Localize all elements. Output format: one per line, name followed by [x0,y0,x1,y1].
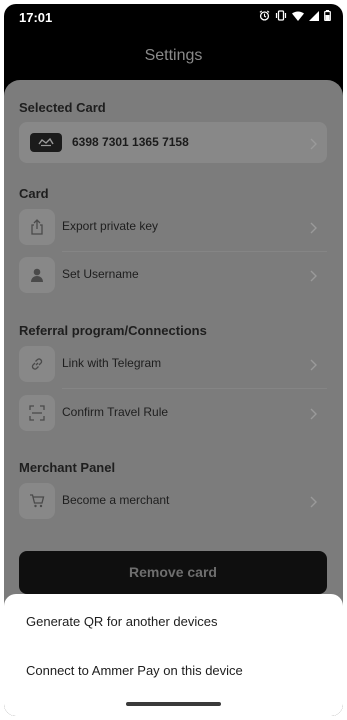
selected-card-row[interactable]: 6398 7301 1365 7158 [19,122,327,163]
chevron-right-icon [310,358,317,376]
phone-screen: 17:01 Settings Selected Card 6398 7301 1… [4,4,343,716]
bottom-sheet: Generate QR for another devices Connect … [4,594,343,716]
section-title-selected-card: Selected Card [19,100,106,115]
signal-icon [309,10,319,21]
export-private-key-row[interactable]: Export private key [19,207,327,247]
user-icon [19,257,55,293]
status-time: 17:01 [19,10,53,25]
confirm-travel-rule-label: Confirm Travel Rule [62,405,169,419]
home-indicator[interactable] [126,702,221,706]
page-title: Settings [144,47,203,64]
section-title-merchant: Merchant Panel [19,460,116,475]
alarm-icon [259,10,270,21]
card-icon [30,133,62,152]
link-icon [19,346,55,382]
chevron-right-icon [310,407,317,425]
connect-ammer-pay-option[interactable]: Connect to Ammer Pay on this device [26,663,243,678]
status-bar: 17:01 [4,4,343,32]
set-username-row[interactable]: Set Username [19,255,327,295]
export-private-key-label: Export private key [62,219,159,233]
vibrate-icon [275,10,287,21]
link-telegram-label: Link with Telegram [62,356,162,370]
set-username-label: Set Username [62,267,139,281]
confirm-travel-rule-row[interactable]: Confirm Travel Rule [19,393,327,433]
chevron-right-icon [310,137,317,155]
status-icons [259,10,331,21]
section-title-referral: Referral program/Connections [19,323,207,338]
scan-icon [19,395,55,431]
battery-icon [324,10,331,21]
section-title-card: Card [19,186,49,201]
chevron-right-icon [310,269,317,287]
card-number: 6398 7301 1365 7158 [72,135,189,149]
divider [62,388,327,389]
wifi-icon [292,11,304,21]
chevron-right-icon [310,221,317,239]
link-telegram-row[interactable]: Link with Telegram [19,344,327,384]
share-icon [19,209,55,245]
become-merchant-label: Become a merchant [62,493,170,507]
chevron-right-icon [310,495,317,513]
divider [62,251,327,252]
become-merchant-row[interactable]: Become a merchant [19,481,327,521]
generate-qr-option[interactable]: Generate QR for another devices [26,614,218,629]
cart-icon [19,483,55,519]
remove-card-button[interactable]: Remove card [19,551,327,594]
